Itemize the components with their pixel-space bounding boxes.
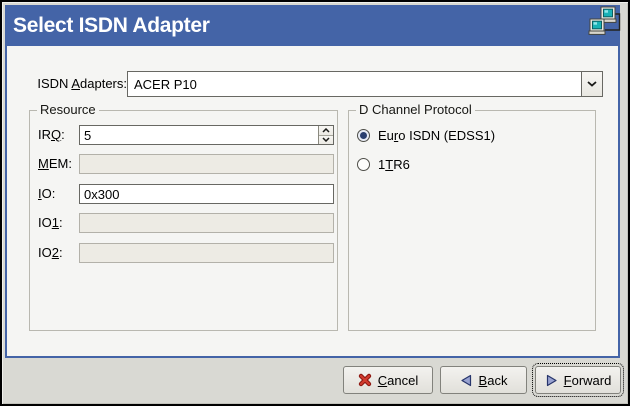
irq-stepper xyxy=(318,126,333,144)
dialog-select-isdn-adapter: Select ISDN Adapter xyxy=(0,0,630,406)
back-button[interactable]: Back xyxy=(440,366,527,394)
network-computers-icon xyxy=(588,6,622,44)
radio-selected-icon[interactable] xyxy=(357,129,370,142)
protocol-frame-title: D Channel Protocol xyxy=(356,102,475,117)
resource-frame-title: Resource xyxy=(37,102,99,117)
d-channel-protocol-frame: D Channel Protocol Euro ISDN (EDSS1) 1TR… xyxy=(348,110,596,331)
combobox-selected-value: ACER P10 xyxy=(128,77,581,92)
chevron-up-icon xyxy=(322,128,330,133)
cancel-button-label: Cancel xyxy=(378,373,418,388)
arrow-right-icon xyxy=(545,374,558,387)
radio-1tr6-label: 1TR6 xyxy=(378,157,410,172)
io2-label: IO2: xyxy=(38,245,63,260)
cancel-x-icon xyxy=(358,373,372,387)
radio-euro-isdn-label: Euro ISDN (EDSS1) xyxy=(378,128,495,143)
isdn-adapter-combobox[interactable]: ACER P10 xyxy=(127,71,603,97)
radio-option-euro-isdn[interactable]: Euro ISDN (EDSS1) xyxy=(357,128,495,143)
irq-spinbox[interactable] xyxy=(79,125,334,145)
io-input[interactable] xyxy=(79,184,334,204)
page-content: ISDN Adapters: ACER P10 Resource IRQ: xyxy=(7,46,618,356)
mem-input xyxy=(79,154,334,174)
io1-label: IO1: xyxy=(38,215,63,230)
radio-option-1tr6[interactable]: 1TR6 xyxy=(357,157,410,172)
resource-frame: Resource IRQ: MEM: IO: xyxy=(29,110,338,331)
titlebar: Select ISDN Adapter xyxy=(5,5,620,46)
forward-button[interactable]: Forward xyxy=(535,366,621,394)
irq-input[interactable] xyxy=(80,126,318,144)
io1-input xyxy=(79,213,334,233)
combobox-dropdown-button[interactable] xyxy=(581,72,602,96)
forward-button-label: Forward xyxy=(564,373,612,388)
radio-unselected-icon[interactable] xyxy=(357,158,370,171)
cancel-button[interactable]: Cancel xyxy=(343,366,433,394)
mem-label: MEM: xyxy=(38,156,72,171)
io-label: IO: xyxy=(38,186,55,201)
irq-label: IRQ: xyxy=(38,127,65,142)
chevron-down-icon xyxy=(322,137,330,142)
io2-input xyxy=(79,243,334,263)
wizard-blue-frame: Select ISDN Adapter xyxy=(5,5,620,358)
chevron-down-icon xyxy=(587,81,597,87)
isdn-adapters-label: ISDN Adapters: xyxy=(7,76,127,91)
back-button-label: Back xyxy=(479,373,508,388)
spin-down-button[interactable] xyxy=(319,135,333,145)
arrow-left-icon xyxy=(460,374,473,387)
page-title: Select ISDN Adapter xyxy=(5,14,210,38)
spin-up-button[interactable] xyxy=(319,126,333,135)
